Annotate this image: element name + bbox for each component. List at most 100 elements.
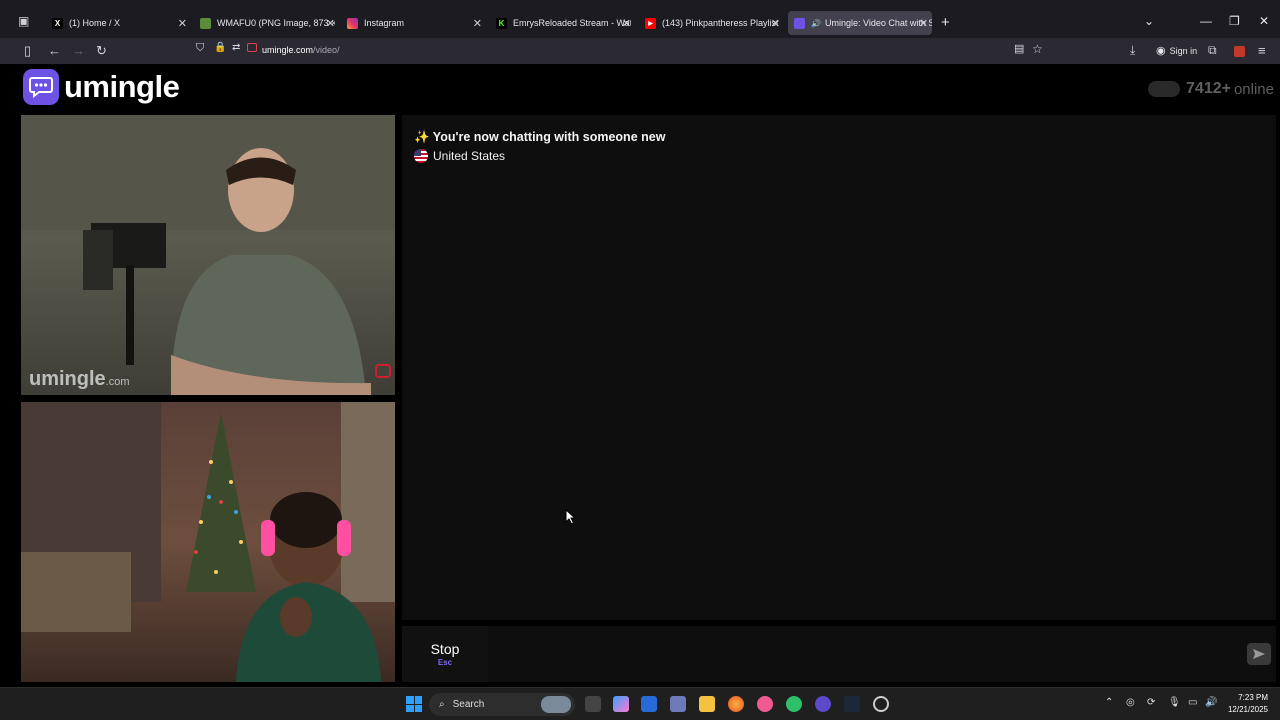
back-icon[interactable]: ← — [48, 43, 61, 58]
mouse-cursor-icon — [565, 509, 577, 525]
sign-in-button[interactable]: ◉ Sign in — [1156, 44, 1197, 57]
tab-title: Umingle: Video Chat with S — [824, 18, 932, 28]
firefox-icon[interactable] — [728, 696, 744, 712]
online-toggle[interactable] — [1148, 81, 1181, 97]
us-flag-icon — [414, 149, 428, 163]
store-icon[interactable] — [641, 696, 657, 712]
watermark-tld: .com — [105, 376, 130, 388]
site-logo[interactable]: umingle — [23, 69, 180, 105]
permissions-icon[interactable]: ⇄ — [232, 42, 240, 53]
music-app-icon[interactable] — [757, 696, 773, 712]
close-tab-icon[interactable]: ✕ — [771, 17, 780, 30]
sign-in-label: Sign in — [1169, 45, 1198, 56]
reader-view-icon[interactable]: ▤ — [1014, 42, 1024, 55]
vpn-app-icon[interactable] — [670, 696, 686, 712]
volume-icon[interactable]: 🔊 — [1205, 697, 1217, 708]
tab-wmafu0-image[interactable]: WMAFU0 (PNG Image, 873 × 1 ✕ — [200, 13, 335, 33]
green-app-icon[interactable] — [786, 696, 802, 712]
restore-icon[interactable]: ❐ — [1229, 14, 1240, 28]
self-video — [21, 402, 395, 682]
stranger-video: umingle.com — [21, 115, 395, 395]
lock-icon[interactable]: 🔒 — [214, 42, 226, 53]
minimize-icon[interactable]: — — [1200, 14, 1212, 28]
search-label: Search — [452, 699, 485, 710]
browser-nav-bar: ▯ ← → ↻ ⛉ 🔒 ⇄ umingle.com/video/ ▤ ☆ ⤓ ◉… — [0, 38, 1280, 64]
tab-title: (143) Pinkpantheress Playlist - Y — [662, 18, 780, 28]
task-view-icon[interactable] — [585, 696, 601, 712]
taskbar-search[interactable]: ⌕ Search — [429, 693, 575, 716]
close-tab-icon[interactable]: ✕ — [919, 17, 928, 30]
send-button[interactable] — [1247, 643, 1271, 665]
chat-controls: Stop Esc — [402, 626, 1276, 682]
instagram-icon — [347, 17, 358, 29]
windows-start-icon[interactable] — [406, 696, 422, 712]
tab-x-home[interactable]: X (1) Home / X ✕ — [52, 13, 187, 33]
chat-message-input[interactable] — [492, 626, 1232, 682]
account-icon: ◉ — [1156, 45, 1166, 57]
chat-bubble-logo-icon — [23, 69, 59, 105]
stop-label: Stop — [430, 641, 460, 657]
logo-text: umingle — [64, 69, 180, 104]
tab-list-icon[interactable]: ▣ — [18, 14, 34, 30]
close-tab-icon[interactable]: ✕ — [622, 17, 631, 30]
sidebar-icon[interactable]: ▯ — [24, 43, 31, 59]
clock-date: 12/21/2025 — [1227, 705, 1268, 714]
extensions-icon[interactable]: ⧉ — [1208, 43, 1217, 58]
tab-kick-stream[interactable]: K EmrysReloaded Stream - Watch ✕ — [496, 13, 631, 33]
bookmark-star-icon[interactable]: ☆ — [1032, 42, 1043, 56]
tab-instagram[interactable]: Instagram ✕ — [347, 13, 482, 33]
tray-sync-icon[interactable]: ⟳ — [1147, 697, 1155, 708]
umingle-watermark: umingle.com — [29, 368, 130, 391]
camera-sharing-icon[interactable] — [247, 43, 257, 52]
microphone-icon[interactable]: 🎙 — [1168, 697, 1181, 708]
reload-icon[interactable]: ↻ — [96, 43, 107, 59]
tab-title: EmrysReloaded Stream - Watch — [513, 18, 631, 28]
tab-title: Instagram — [364, 18, 405, 28]
downloads-icon[interactable]: ⤓ — [1130, 43, 1135, 58]
online-indicator: 7412+ online — [1148, 80, 1274, 98]
address-bar[interactable]: ⛉ 🔒 ⇄ umingle.com/video/ ▤ ☆ — [192, 41, 1052, 61]
tray-overflow-icon[interactable]: ⌃ — [1105, 697, 1113, 708]
tab-title: WMAFU0 (PNG Image, 873 × 1 — [217, 18, 335, 28]
stop-shortcut-key: Esc — [437, 658, 453, 667]
settings-app-icon[interactable] — [873, 696, 889, 712]
watermark-brand: umingle — [29, 368, 106, 390]
steam-icon[interactable] — [844, 696, 860, 712]
forward-icon[interactable]: → — [72, 43, 85, 58]
send-arrow-icon — [1253, 649, 1265, 659]
clock-time: 7:23 PM — [1238, 693, 1268, 702]
menu-icon[interactable]: ≡ — [1258, 43, 1266, 58]
online-label: online — [1233, 80, 1274, 98]
file-explorer-icon[interactable] — [699, 696, 715, 712]
search-icon: ⌕ — [439, 699, 445, 710]
network-icon[interactable]: ▭ — [1188, 697, 1197, 708]
frog-image-icon — [200, 17, 211, 29]
close-tab-icon[interactable]: ✕ — [326, 17, 335, 30]
x-logo-icon: X — [52, 17, 63, 29]
url-host: umingle.com — [262, 45, 314, 55]
self-video-frame — [21, 402, 395, 682]
copilot-icon[interactable] — [613, 696, 629, 712]
close-tab-icon[interactable]: ✕ — [178, 17, 187, 30]
stop-button[interactable]: Stop Esc — [402, 626, 488, 682]
extension-badge-icon[interactable] — [1234, 46, 1245, 57]
tab-title: (1) Home / X — [69, 18, 121, 28]
umingle-icon — [794, 17, 805, 29]
shield-icon[interactable]: ⛉ — [196, 42, 204, 55]
speaker-icon[interactable]: 🔊 — [811, 19, 821, 28]
new-tab-button[interactable]: + — [941, 14, 950, 31]
tab-umingle[interactable]: 🔊 Umingle: Video Chat with S ✕ — [788, 11, 932, 35]
url-text: umingle.com/video/ — [262, 45, 340, 55]
close-window-icon[interactable]: ✕ — [1259, 14, 1269, 28]
youtube-icon: ▶ — [645, 17, 656, 29]
obs-icon[interactable] — [815, 696, 831, 712]
chat-status-message: ✨ You're now chatting with someone new — [414, 130, 666, 144]
taskbar-clock[interactable]: 7:23 PM 12/21/2025 — [1228, 692, 1268, 716]
list-all-tabs-icon[interactable]: ⌄ — [1144, 14, 1154, 28]
tab-youtube-playlist[interactable]: ▶ (143) Pinkpantheress Playlist - Y ✕ — [645, 13, 780, 33]
search-highlight-icon — [541, 696, 571, 713]
stranger-country: United States — [414, 149, 505, 163]
close-tab-icon[interactable]: ✕ — [473, 17, 482, 30]
tray-app-icon[interactable]: ◎ — [1126, 697, 1135, 708]
online-count: 7412+ — [1186, 80, 1231, 97]
